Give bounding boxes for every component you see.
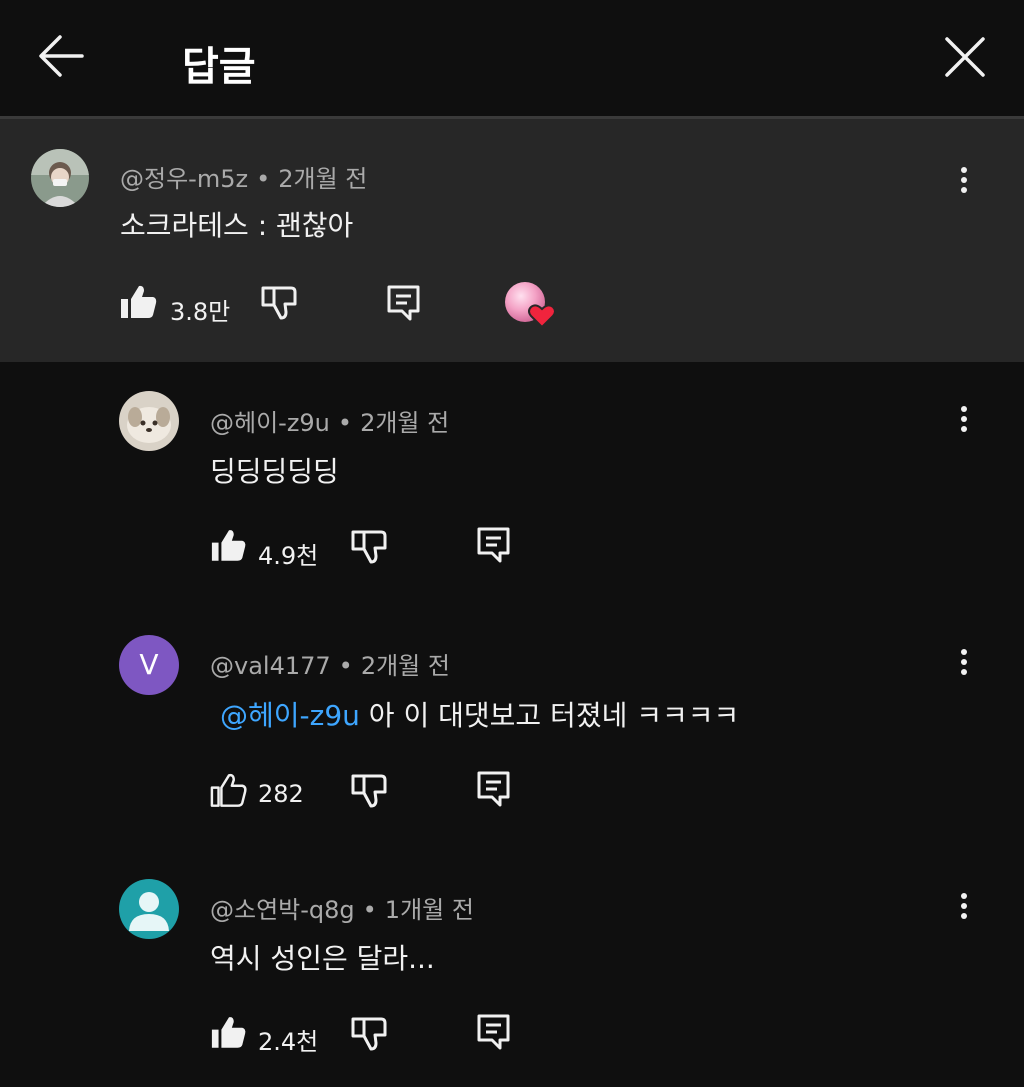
- more-options-icon[interactable]: [954, 889, 974, 929]
- meta-separator: •: [338, 652, 353, 680]
- dislike-icon[interactable]: [351, 774, 389, 808]
- comment-text: 딩딩딩딩딩: [210, 455, 339, 488]
- like-count: 282: [258, 780, 304, 808]
- creator-heart-icon: [505, 282, 556, 329]
- avatar[interactable]: [119, 879, 179, 939]
- top-bar: 답글: [0, 0, 1024, 116]
- comment-meta: @헤이-z9u • 2개월 전: [210, 403, 449, 438]
- comment-author[interactable]: @정우-m5z: [120, 165, 248, 193]
- avatar[interactable]: [119, 391, 179, 451]
- comment-author[interactable]: @소연박-q8g: [210, 896, 355, 924]
- mention-link[interactable]: @헤이-z9u: [220, 699, 360, 732]
- parent-comment: @정우-m5z • 2개월 전 소크라테스 : 괜찮아 3.8만: [0, 119, 1024, 362]
- avatar-letter: V: [139, 648, 159, 681]
- like-icon[interactable]: [210, 773, 248, 808]
- like-count: 2.4천: [258, 1028, 319, 1056]
- reply-icon[interactable]: [477, 771, 511, 807]
- comment-text: 소크라테스 : 괜찮아: [120, 209, 354, 242]
- meta-separator: •: [362, 896, 377, 924]
- default-user-icon: [129, 892, 169, 931]
- meta-separator: •: [337, 409, 353, 437]
- comment-time: 2개월 전: [278, 165, 368, 193]
- profile-photo-icon: [31, 149, 89, 207]
- comment-meta: @val4177 • 2개월 전: [210, 646, 450, 681]
- more-options-icon[interactable]: [954, 163, 974, 203]
- dog-photo-icon: [119, 391, 179, 451]
- avatar[interactable]: [31, 149, 89, 207]
- comment-author[interactable]: @헤이-z9u: [210, 409, 330, 437]
- more-options-icon[interactable]: [954, 645, 974, 685]
- like-icon[interactable]: [210, 528, 248, 563]
- comment-text: 역시 성인은 달라...: [210, 942, 435, 975]
- comment-text: @헤이-z9u 아 이 대댓보고 터졌네 ㅋㅋㅋㅋ: [220, 694, 739, 734]
- comment-body: 아 이 대댓보고 터졌네 ㅋㅋㅋㅋ: [359, 699, 740, 732]
- dislike-icon[interactable]: [261, 286, 299, 320]
- like-count: 4.9천: [258, 542, 319, 570]
- page-title: 답글: [182, 44, 256, 90]
- dislike-icon[interactable]: [351, 1017, 389, 1051]
- reply-icon[interactable]: [477, 1014, 511, 1050]
- comment-meta: @정우-m5z • 2개월 전: [120, 159, 367, 194]
- more-options-icon[interactable]: [954, 402, 974, 442]
- like-count: 3.8만: [170, 298, 231, 326]
- close-icon[interactable]: [942, 34, 988, 80]
- meta-separator: •: [256, 165, 271, 193]
- comment-meta: @소연박-q8g • 1개월 전: [210, 890, 474, 925]
- like-icon[interactable]: [119, 284, 159, 320]
- like-icon[interactable]: [210, 1015, 248, 1050]
- reply-icon[interactable]: [387, 285, 421, 321]
- comment-author[interactable]: @val4177: [210, 652, 331, 680]
- dislike-icon[interactable]: [351, 530, 389, 564]
- comment-time: 2개월 전: [360, 409, 450, 437]
- comment-time: 2개월 전: [360, 652, 450, 680]
- comment-time: 1개월 전: [384, 896, 474, 924]
- avatar[interactable]: V: [119, 635, 179, 695]
- reply-icon[interactable]: [477, 527, 511, 563]
- back-arrow-icon[interactable]: [36, 33, 86, 79]
